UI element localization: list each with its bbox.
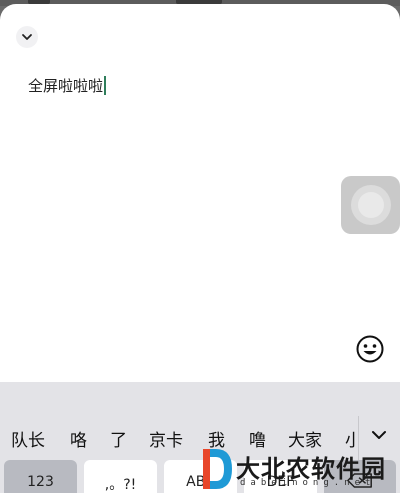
expand-candidates-button[interactable] xyxy=(368,424,390,446)
emoji-button[interactable] xyxy=(355,334,385,364)
candidate-item[interactable]: 咯 xyxy=(70,426,87,451)
text-caret xyxy=(104,76,107,95)
site-logo-icon xyxy=(203,449,232,489)
floating-assistive-ball[interactable] xyxy=(341,176,400,234)
watermark-subtext: dabeinong.net xyxy=(240,478,376,488)
fullscreen-input-sheet: 全屏啦啦啦 xyxy=(0,4,400,382)
punctuation-key[interactable]: ,。?! xyxy=(84,460,157,493)
candidate-item[interactable]: 队长 xyxy=(11,426,45,451)
numeric-key[interactable]: 123 xyxy=(4,460,77,493)
key-label: 123 xyxy=(27,474,54,490)
assistive-touch-icon xyxy=(350,185,391,225)
chevron-down-icon xyxy=(372,431,386,439)
screen: 全屏啦啦啦 队长 咯 了 京卡 我 噜 大家 小 123 ,。?! ABC DE… xyxy=(0,0,400,493)
collapse-button[interactable] xyxy=(16,26,38,48)
chevron-down-icon xyxy=(22,34,32,40)
key-label: ,。?! xyxy=(104,477,137,493)
smiley-face-icon xyxy=(356,335,384,363)
site-watermark: 大北农软件园 dabeinong.net xyxy=(198,445,400,493)
text-editor[interactable]: 全屏啦啦啦 xyxy=(28,76,107,96)
candidate-item[interactable]: 京卡 xyxy=(149,426,183,451)
candidate-item[interactable]: 了 xyxy=(110,426,127,451)
editor-text: 全屏啦啦啦 xyxy=(28,77,104,95)
